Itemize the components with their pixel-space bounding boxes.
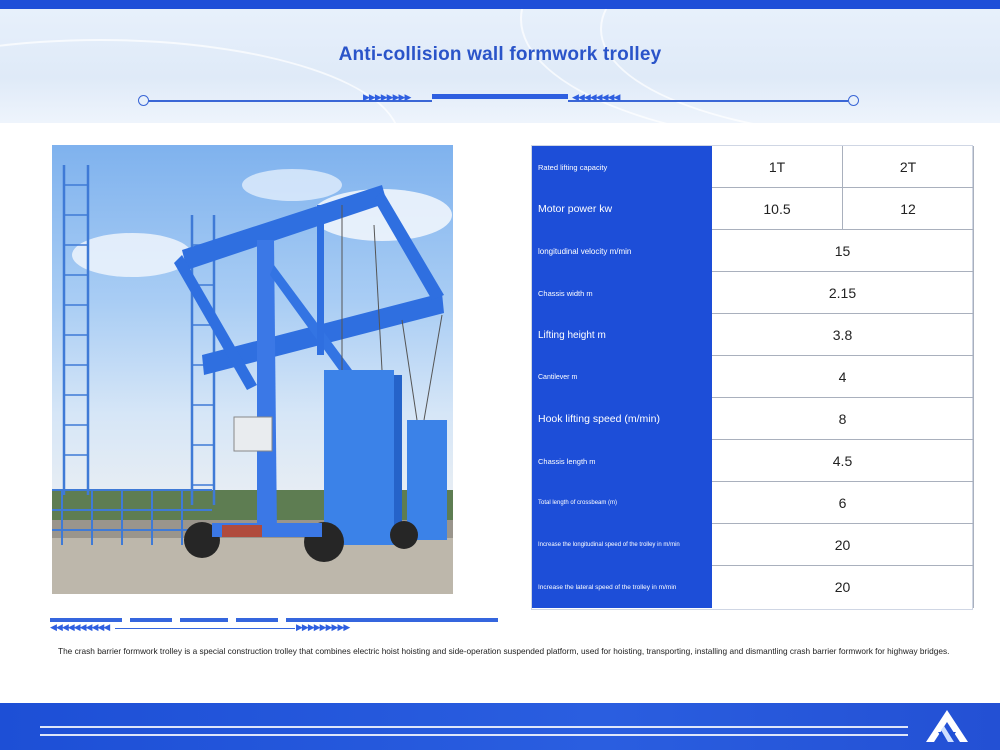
- spec-value: 6: [712, 482, 974, 524]
- spec-label: Lifting height m: [532, 314, 712, 356]
- product-photo: [52, 145, 453, 594]
- company-logo-icon: [926, 710, 968, 742]
- spec-row: Lifting height m 3.8: [532, 314, 974, 356]
- spec-row: Rated lifting capacity 1T 2T: [532, 146, 974, 188]
- title-divider-dot-left: [138, 95, 149, 106]
- spec-table: Rated lifting capacity 1T 2T Motor power kw…: [531, 145, 974, 610]
- spec-label: Chassis width m: [532, 272, 712, 314]
- spec-value: 12: [843, 188, 974, 230]
- deco-bar: [180, 618, 228, 622]
- spec-value: 20: [712, 566, 974, 608]
- trolley-illustration: [52, 165, 453, 594]
- spec-label: Increase the lateral speed of the trolle…: [532, 566, 712, 608]
- product-description: The crash barrier formwork trolley is a …: [58, 646, 950, 656]
- spec-value: 1T: [712, 146, 843, 188]
- header-banner: [0, 9, 1000, 123]
- spec-label: Chassis length m: [532, 440, 712, 482]
- spec-row: Increase the longitudinal speed of the t…: [532, 524, 974, 566]
- arrows-left-icon: ◀◀◀◀◀◀◀◀: [572, 92, 620, 102]
- spec-value: 4.5: [712, 440, 974, 482]
- spec-label: Hook lifting speed (m/min): [532, 398, 712, 440]
- spec-label: Increase the longitudinal speed of the t…: [532, 524, 712, 566]
- arrows-right-icon: ▶▶▶▶▶▶▶▶▶: [296, 622, 350, 632]
- spec-row: Total length of crossbeam (m) 6: [532, 482, 974, 524]
- title-center-bar: [432, 94, 568, 99]
- spec-value: 2T: [843, 146, 974, 188]
- spec-value: 15: [712, 230, 974, 272]
- spec-row: longitudinal velocity m/min 15: [532, 230, 974, 272]
- spec-label: Cantilever m: [532, 356, 712, 398]
- footer-line: [40, 726, 908, 728]
- spec-row: Hook lifting speed (m/min) 8: [532, 398, 974, 440]
- spec-value: 4: [712, 356, 974, 398]
- deco-line: [115, 628, 295, 629]
- deco-bar: [236, 618, 278, 622]
- spec-label: Rated lifting capacity: [532, 146, 712, 188]
- spec-value: 2.15: [712, 272, 974, 314]
- footer-line: [40, 734, 908, 736]
- spec-row: Increase the lateral speed of the trolle…: [532, 566, 974, 608]
- spec-row: Motor power kw 10.5 12: [532, 188, 974, 230]
- spec-value: 8: [712, 398, 974, 440]
- spec-value: 20: [712, 524, 974, 566]
- spec-row: Cantilever m4: [532, 356, 974, 398]
- deco-bar: [130, 618, 172, 622]
- spec-row: Chassis length m 4.5: [532, 440, 974, 482]
- spec-value: 10.5: [712, 188, 843, 230]
- spec-label: Motor power kw: [532, 188, 712, 230]
- arrows-left-icon: ◀◀◀◀◀◀◀◀◀◀: [50, 622, 110, 632]
- spec-label: longitudinal velocity m/min: [532, 230, 712, 272]
- title-divider-dot-right: [848, 95, 859, 106]
- page-title: Anti-collision wall formwork trolley: [338, 44, 662, 65]
- arrows-right-icon: ▶▶▶▶▶▶▶▶: [363, 92, 411, 102]
- footer-bar: [0, 703, 1000, 750]
- spec-row: Chassis width m 2.15: [532, 272, 974, 314]
- spec-label: Total length of crossbeam (m): [532, 482, 712, 524]
- spec-value: 3.8: [712, 314, 974, 356]
- top-accent-bar: [0, 0, 1000, 9]
